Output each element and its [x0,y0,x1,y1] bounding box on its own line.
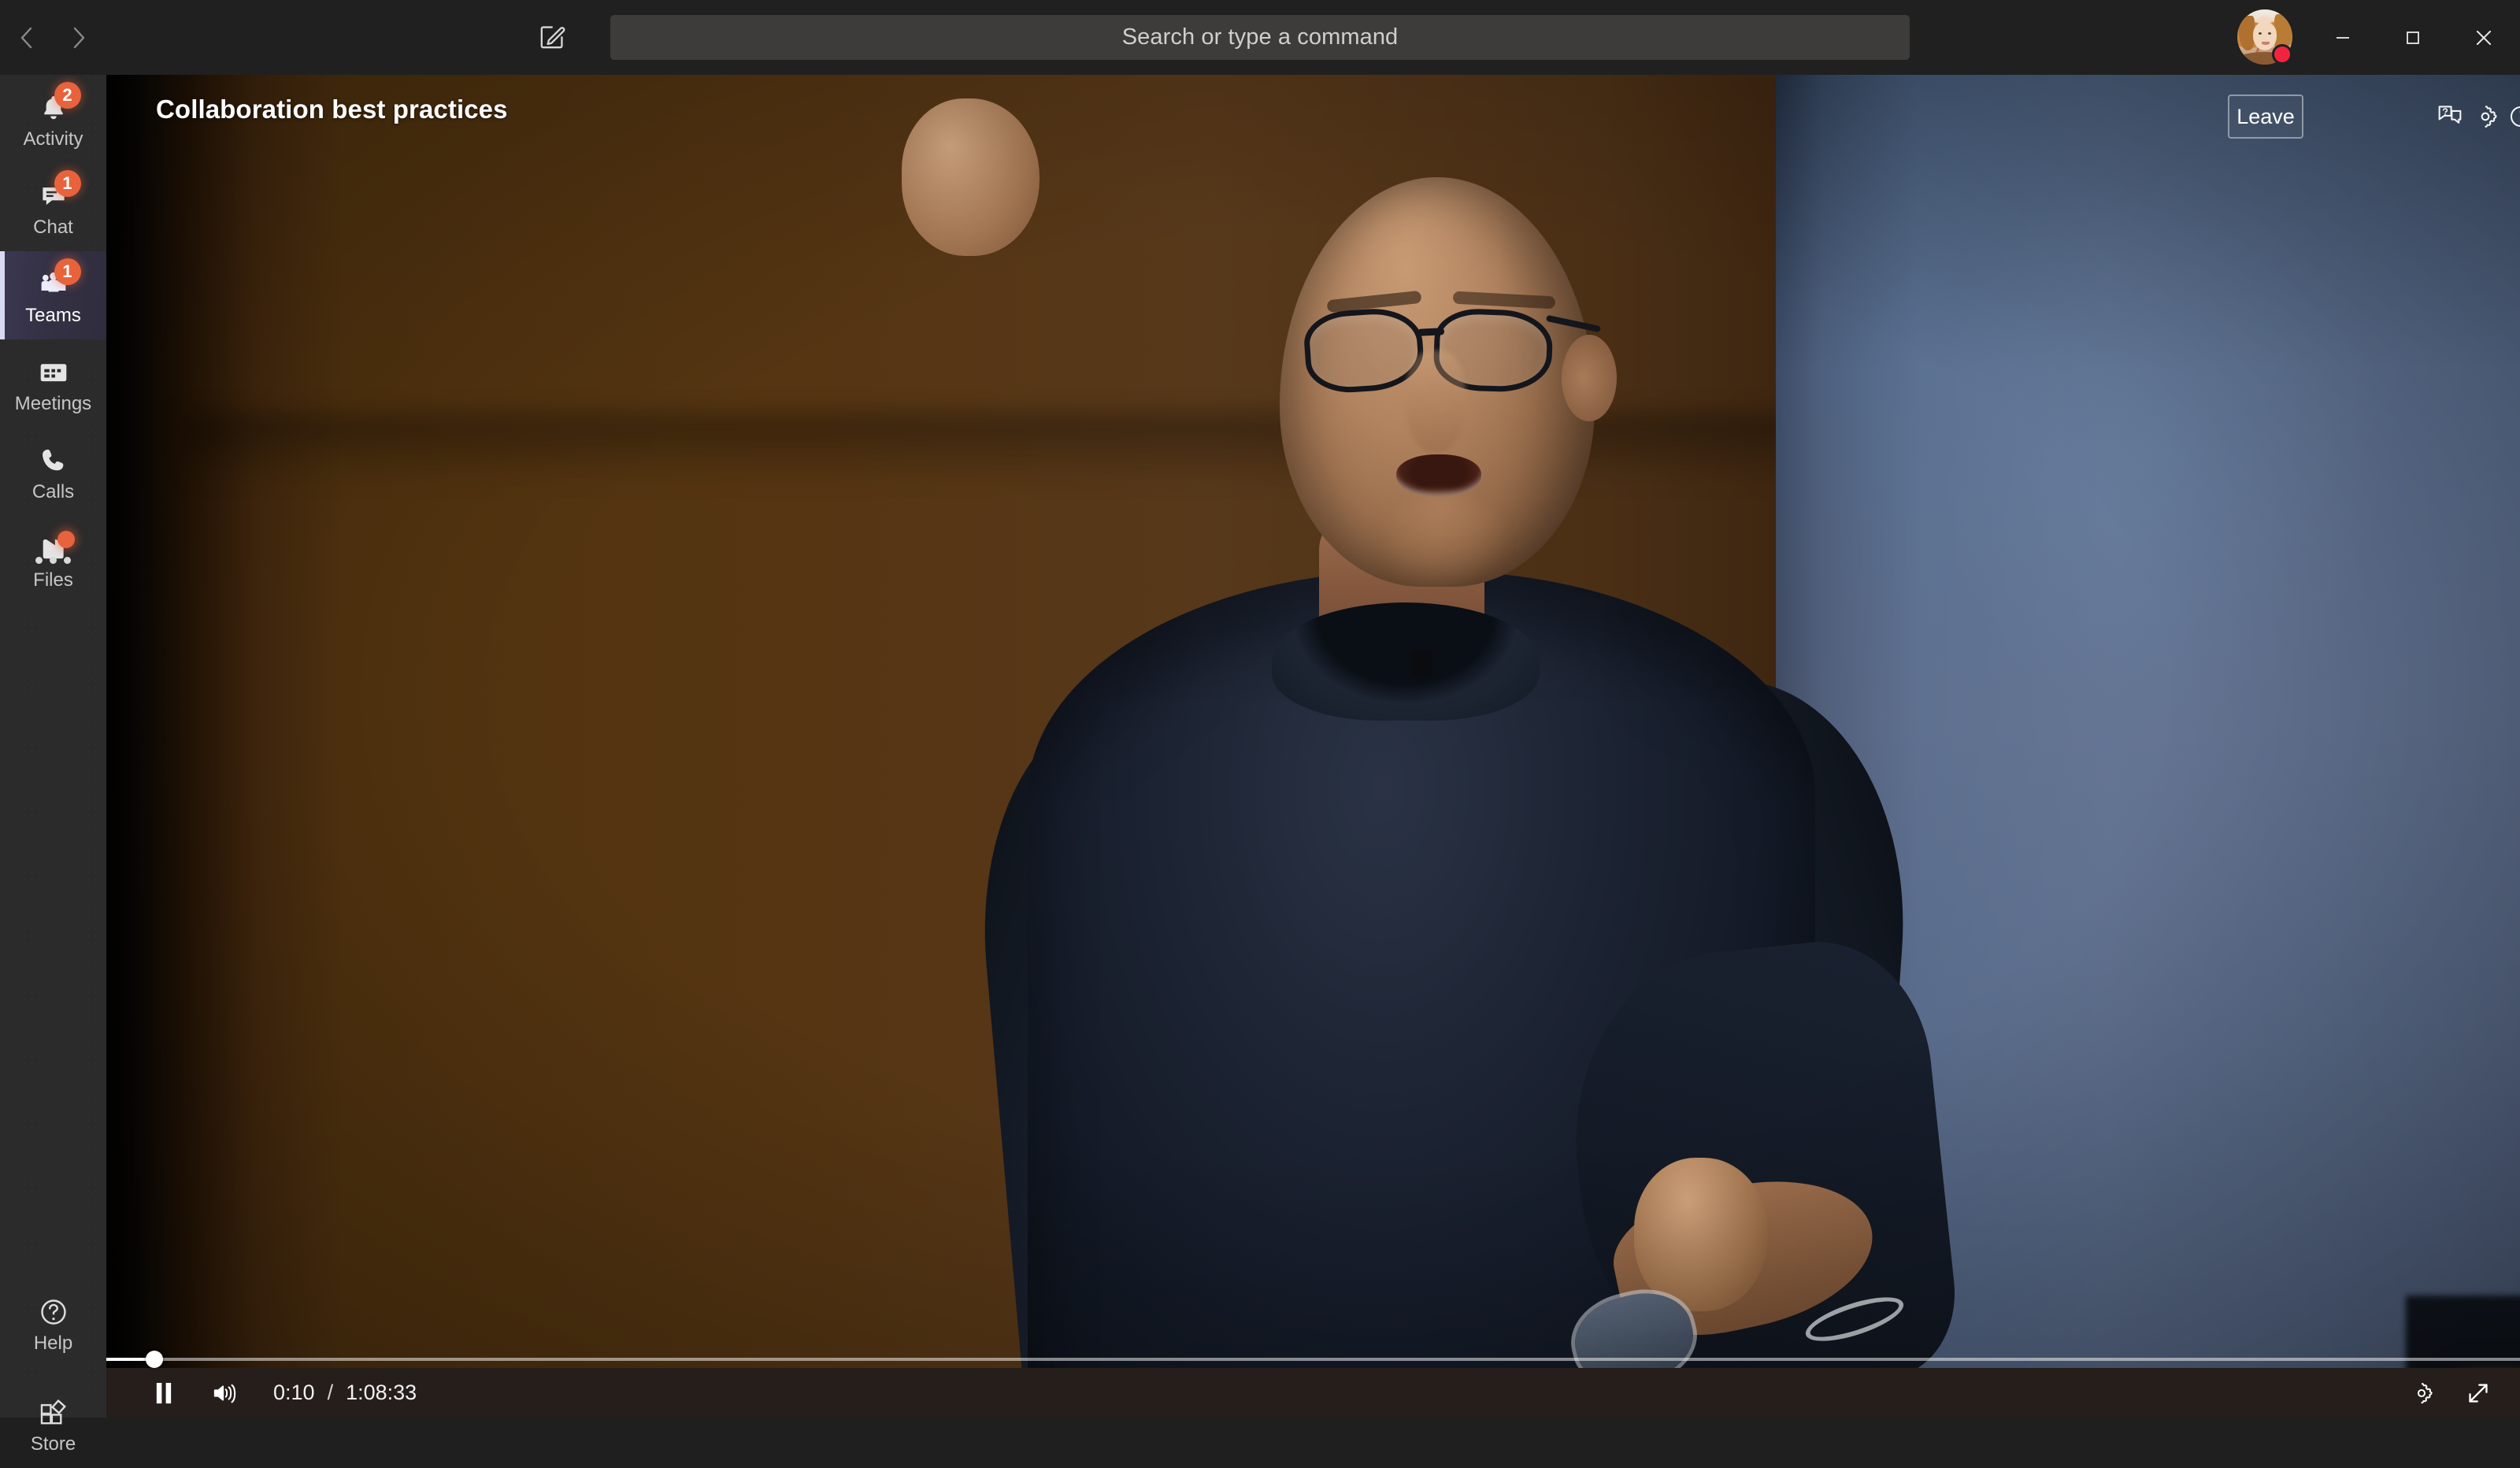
seek-thumb[interactable] [146,1351,163,1368]
video-backdrop-glow [1918,169,2390,721]
new-chat-compose-icon[interactable] [536,20,569,54]
avatar-face [2253,22,2277,50]
current-time: 0:10 [273,1381,315,1405]
seek-track[interactable] [106,1358,2520,1361]
calendar-icon [35,354,72,391]
bell-icon: 2 [35,90,72,126]
sidebar-item-help[interactable]: Help [0,1279,106,1367]
minimize-button[interactable] [2307,0,2379,75]
presenter-collar [1272,602,1540,721]
playback-settings-gear-icon[interactable] [2400,1372,2443,1414]
presenter-hand-left [1634,1158,1768,1311]
sidebar-item-store[interactable]: Store [0,1380,106,1468]
avatar-eye-right [2268,32,2271,35]
presenter-glasses-bridge [1418,328,1444,336]
timecode: 0:10 / 1:08:33 [273,1381,417,1405]
sidebar-item-activity[interactable]: 2 Activity [0,75,106,163]
duration: 1:08:33 [346,1381,417,1405]
sidebar-item-label: Help [34,1334,72,1353]
player-controls-right [2400,1372,2500,1414]
sidebar-item-chat[interactable]: 1 Chat [0,163,106,251]
seek-bar[interactable] [106,1351,2520,1368]
chat-badge: 1 [54,170,81,197]
presenter-nose [1406,350,1466,453]
pause-icon[interactable] [143,1372,185,1414]
fullscreen-expand-diagonal-icon[interactable] [2457,1372,2500,1414]
maximize-button[interactable] [2377,0,2449,75]
sidebar-item-meetings[interactable]: Meetings [0,339,106,428]
avatar-hair-left [2239,16,2255,50]
avatar-mouth [2262,42,2270,45]
sidebar-item-calls[interactable]: Calls [0,428,106,516]
ellipsis-icon [35,542,72,578]
titlebar: Search or type a command [0,0,2520,75]
people-icon: 1 [35,266,72,302]
sidebar-item-label: Chat [33,218,73,237]
leave-button-label: Leave [2236,105,2295,129]
search-placeholder: Search or type a command [1122,24,1399,50]
sidebar-item-label: Meetings [15,395,91,413]
info-circle-icon[interactable] [2500,96,2520,137]
teams-badge: 1 [54,258,81,285]
sidebar-item-more[interactable] [0,516,106,604]
sidebar-item-teams[interactable]: 1 Teams [0,251,106,339]
presenter-mouth [1396,454,1481,497]
back-icon[interactable] [14,24,41,51]
forward-icon[interactable] [65,24,91,51]
activity-badge: 2 [54,82,81,109]
sidebar-item-label: Store [31,1435,76,1454]
sidebar-item-label: Calls [32,483,74,502]
presenter-figure [902,98,1941,1418]
close-button[interactable] [2448,0,2520,75]
chat-bubble-icon: 1 [35,178,72,214]
sidebar-item-label: Teams [25,306,81,325]
status-badge-busy[interactable] [2272,44,2292,65]
phone-icon [35,443,72,479]
search-input[interactable]: Search or type a command [610,15,1910,60]
more-notification-dot [57,531,75,548]
player-controls: 0:10 / 1:08:33 [106,1368,2520,1418]
leave-button[interactable]: Leave [2228,95,2303,139]
store-icon [35,1395,72,1431]
avatar-eye-left [2259,32,2262,35]
presenter-chin [1374,492,1508,587]
presenter-lapel-mic [1412,650,1432,677]
presenter-ear [1562,335,1617,421]
sidebar-item-label: Activity [23,130,83,149]
meeting-header: Collaboration best practices Leave [106,75,2520,150]
meeting-title: Collaboration best practices [156,95,508,124]
time-separator: / [328,1381,334,1405]
app-sidebar: 2 Activity 1 Chat 1 Teams [0,75,106,1418]
question-circle-icon [35,1294,72,1330]
nav-buttons [14,0,91,75]
volume-high-icon[interactable] [204,1372,246,1414]
video-stage[interactable]: Collaboration best practices Leave [106,75,2520,1418]
